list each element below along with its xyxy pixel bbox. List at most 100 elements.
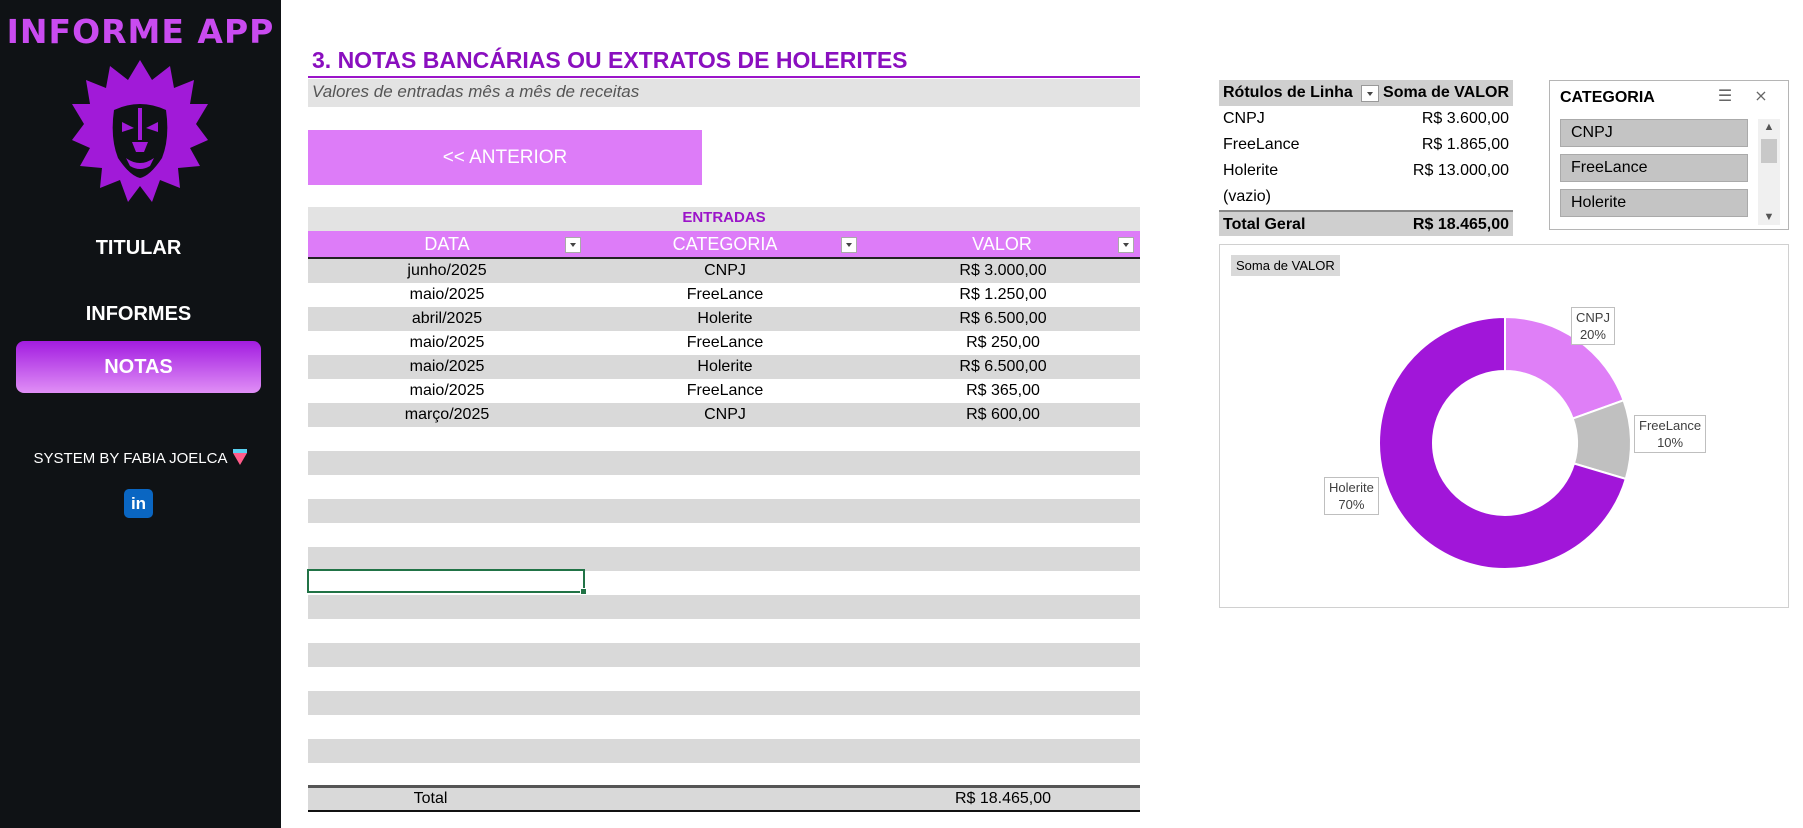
pivot-row-label: CNPJ (1223, 110, 1265, 127)
table-row[interactable]: maio/2025 FreeLance R$ 250,00 (308, 331, 1140, 355)
pivot-row-labels-header: Rótulos de Linha (1223, 84, 1353, 101)
filter-categoria-button[interactable] (841, 237, 857, 253)
clear-filter-icon[interactable]: ⨯ (1751, 87, 1771, 107)
slicer-item-holerite[interactable]: Holerite (1560, 189, 1748, 217)
cell-categoria[interactable]: Holerite (586, 307, 864, 331)
active-cell-selection[interactable] (307, 569, 587, 595)
pivot-total-row: Total Geral R$ 18.465,00 (1219, 210, 1513, 236)
empty-row[interactable] (308, 763, 1140, 787)
table-row[interactable]: maio/2025 FreeLance R$ 365,00 (308, 379, 1140, 403)
table-body: junho/2025 CNPJ R$ 3.000,00 maio/2025 Fr… (308, 259, 1140, 811)
label-cnpj-pct: 20% (1579, 327, 1606, 342)
cell-valor[interactable]: R$ 6.500,00 (864, 355, 1142, 379)
table-row[interactable]: maio/2025 FreeLance R$ 1.250,00 (308, 283, 1140, 307)
label-cnpj: CNPJ 20% (1571, 307, 1615, 345)
nav-titular-label: TITULAR (95, 236, 182, 259)
app-title: INFORME APP (6, 12, 275, 51)
label-cnpj-name: CNPJ (1576, 310, 1610, 325)
empty-row[interactable] (308, 691, 1140, 715)
cell-valor[interactable]: R$ 1.250,00 (864, 283, 1142, 307)
scroll-down-icon[interactable]: ▼ (1758, 209, 1780, 225)
pivot-row: FreeLance R$ 1.865,00 (1219, 132, 1513, 158)
table-row[interactable]: junho/2025 CNPJ R$ 3.000,00 (308, 259, 1140, 283)
cell-categoria[interactable]: Holerite (586, 355, 864, 379)
empty-row[interactable] (308, 643, 1140, 667)
cell-data[interactable]: maio/2025 (308, 379, 586, 403)
cell-categoria[interactable]: FreeLance (586, 331, 864, 355)
multi-select-icon[interactable]: ☰ (1715, 87, 1735, 107)
cell-categoria[interactable]: CNPJ (586, 259, 864, 283)
pivot-header: Rótulos de Linha Soma de VALOR (1219, 80, 1513, 106)
cell-valor[interactable]: R$ 250,00 (864, 331, 1142, 355)
cell-data[interactable]: junho/2025 (308, 259, 586, 283)
cell-categoria[interactable]: FreeLance (586, 379, 864, 403)
slicer-item-freelance[interactable]: FreeLance (1560, 154, 1748, 182)
pivot-table: Rótulos de Linha Soma de VALOR CNPJ R$ 3… (1219, 80, 1513, 236)
filter-data-button[interactable] (565, 237, 581, 253)
pivot-row-label: (vazio) (1223, 188, 1272, 205)
nav-informes[interactable]: INFORMES (16, 288, 261, 340)
label-holerite-name: Holerite (1329, 480, 1374, 495)
cell-data[interactable]: maio/2025 (308, 331, 586, 355)
label-freelance: FreeLance 10% (1634, 415, 1707, 453)
doughnut-chart[interactable]: Soma de VALOR CNPJ 20% FreeLance 10% Hol… (1219, 244, 1789, 608)
lion-logo-icon (72, 60, 208, 202)
empty-row[interactable] (308, 427, 1140, 451)
pivot-row-value: R$ 3.600,00 (1421, 110, 1509, 127)
header-categoria[interactable]: CATEGORIA (586, 231, 864, 257)
pivot-row-label: FreeLance (1223, 136, 1300, 153)
cell-categoria[interactable]: FreeLance (586, 283, 864, 307)
header-valor[interactable]: VALOR (864, 231, 1140, 257)
empty-row[interactable] (308, 667, 1140, 691)
scroll-up-icon[interactable]: ▲ (1758, 119, 1780, 135)
nav-notas[interactable]: NOTAS (16, 341, 261, 393)
nav-titular[interactable]: TITULAR (16, 222, 261, 274)
sidebar: INFORME APP TITULAR INFORMES NOTAS SYSTE… (0, 0, 281, 828)
pivot-total-value: R$ 18.465,00 (1412, 216, 1509, 233)
cell-categoria[interactable]: CNPJ (586, 403, 864, 427)
label-holerite: Holerite 70% (1324, 477, 1379, 515)
cell-data[interactable]: março/2025 (308, 403, 586, 427)
table-caption: ENTRADAS (682, 209, 766, 226)
scroll-thumb[interactable] (1761, 139, 1777, 163)
previous-button[interactable]: << ANTERIOR (308, 130, 702, 185)
pivot-filter-button[interactable] (1361, 85, 1379, 102)
empty-row[interactable] (308, 475, 1140, 499)
pivot-total-label: Total Geral (1223, 216, 1306, 233)
empty-row[interactable] (308, 739, 1140, 763)
cell-valor[interactable]: R$ 6.500,00 (864, 307, 1142, 331)
filter-valor-button[interactable] (1118, 237, 1134, 253)
gem-icon (233, 449, 248, 466)
total-label: Total (413, 790, 448, 807)
cell-valor[interactable]: R$ 365,00 (864, 379, 1142, 403)
table-header: DATA CATEGORIA VALOR (308, 231, 1140, 259)
linkedin-icon[interactable]: in (124, 489, 153, 518)
slicer-item-cnpj[interactable]: CNPJ (1560, 119, 1748, 147)
cell-data[interactable]: maio/2025 (308, 355, 586, 379)
label-freelance-pct: 10% (1657, 435, 1684, 450)
empty-row[interactable] (308, 547, 1140, 571)
empty-row[interactable] (308, 451, 1140, 475)
credit-text: SYSTEM BY FABIA JOELCA (33, 450, 228, 467)
empty-row[interactable] (308, 619, 1140, 643)
slicer-scrollbar[interactable]: ▲ ▼ (1758, 119, 1780, 225)
empty-row[interactable] (308, 523, 1140, 547)
pivot-row-value: R$ 1.865,00 (1421, 136, 1509, 153)
empty-row[interactable] (308, 499, 1140, 523)
categoria-slicer: CATEGORIA ☰ ⨯ CNPJ FreeLance Holerite ▲ … (1549, 80, 1789, 230)
table-row[interactable]: março/2025 CNPJ R$ 600,00 (308, 403, 1140, 427)
table-row[interactable]: abril/2025 Holerite R$ 6.500,00 (308, 307, 1140, 331)
cell-valor[interactable]: R$ 600,00 (864, 403, 1142, 427)
slicer-title: CATEGORIA (1560, 89, 1655, 106)
total-value: R$ 18.465,00 (954, 790, 1052, 807)
cell-valor[interactable]: R$ 3.000,00 (864, 259, 1142, 283)
table-row[interactable]: maio/2025 Holerite R$ 6.500,00 (308, 355, 1140, 379)
pivot-sum-header: Soma de VALOR (1383, 84, 1509, 101)
header-data[interactable]: DATA (308, 231, 586, 257)
empty-row[interactable] (308, 715, 1140, 739)
title-underline (308, 76, 1140, 78)
cell-data[interactable]: abril/2025 (308, 307, 586, 331)
cell-data[interactable]: maio/2025 (308, 283, 586, 307)
empty-row[interactable] (308, 595, 1140, 619)
credit-line: SYSTEM BY FABIA JOELCA (0, 449, 281, 467)
